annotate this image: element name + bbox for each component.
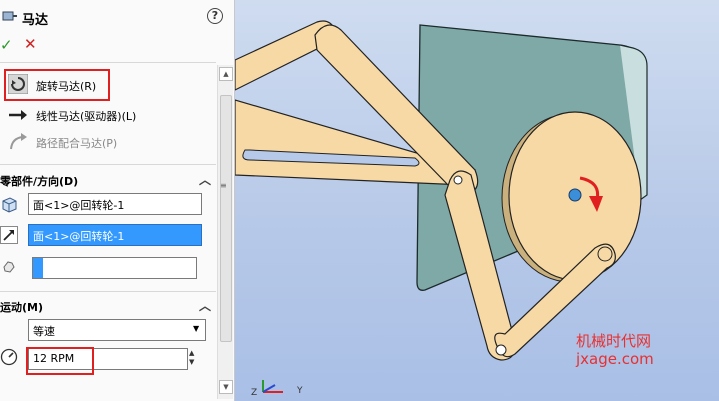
component-icon (3, 261, 15, 273)
path-motor-icon (10, 133, 27, 150)
section-title: 零部件/方向(D) (0, 175, 79, 188)
watermark-url: jxage.com (576, 350, 654, 368)
graphics-area[interactable]: Z Y 机械时代网 jxage.com (235, 0, 719, 401)
motion-type-select[interactable]: 等速 ▼ (28, 319, 206, 341)
linear-arrow-icon (9, 110, 27, 120)
panel-header: 马达 ? (0, 0, 234, 34)
rotary-motor-label: 旋转马达(R) (36, 80, 97, 93)
chevron-up-icon[interactable]: ︿ (199, 171, 211, 188)
panel-scrollbar[interactable]: ▲ ≡ ▼ (217, 65, 233, 399)
direction-field[interactable]: 面<1>@回转轮-1 (28, 193, 202, 215)
rotary-motor-icon (8, 74, 28, 94)
location-value: 面<1>@回转轮-1 (33, 230, 125, 243)
axis-y-label: Y (297, 386, 303, 396)
page-title: 马达 (22, 13, 49, 28)
component-selection-marker (33, 258, 43, 278)
speed-callout-box (26, 347, 94, 375)
scroll-up-icon[interactable]: ▲ (219, 67, 233, 81)
path-mate-motor-option[interactable]: 路径配合马达(P) (8, 130, 208, 154)
axis-triad (262, 380, 283, 393)
linear-motor-option[interactable]: 线性马达(驱动器)(L) (8, 103, 208, 127)
motion-type-value: 等速 (33, 325, 55, 338)
speed-spinner[interactable]: ▲ ▼ (189, 349, 201, 369)
motion-section[interactable]: 运动(M) ︿ (0, 297, 216, 315)
property-manager: 马达 ? ✓ ✕ 旋转马达(R) 线性马达(驱动器)(L) 路径配合马达(P) … (0, 0, 235, 401)
scroll-thumb[interactable] (220, 95, 232, 342)
direction-cube-icon (2, 197, 17, 213)
help-icon[interactable]: ? (207, 8, 223, 24)
divider (0, 164, 216, 165)
spin-up-icon[interactable]: ▲ (189, 349, 201, 358)
section-title: 运动(M) (0, 301, 44, 314)
watermark-text: 机械时代网 (576, 332, 652, 350)
speedometer-icon (0, 348, 18, 366)
rotary-motor-option[interactable]: 旋转马达(R) (4, 69, 110, 101)
path-motor-label: 路径配合马达(P) (36, 137, 118, 150)
motor-location-field[interactable]: 面<1>@回转轮-1 (28, 224, 202, 246)
dropdown-arrow-icon: ▼ (193, 324, 200, 333)
divider (0, 291, 216, 292)
motor-icon (2, 11, 17, 21)
chevron-up-icon[interactable]: ︿ (199, 297, 211, 314)
reverse-direction-icon[interactable] (0, 226, 18, 244)
cancel-button[interactable]: ✕ (24, 35, 37, 53)
linear-motor-label: 线性马达(驱动器)(L) (36, 110, 137, 123)
component-direction-section[interactable]: 零部件/方向(D) ︿ (0, 171, 216, 189)
component-field[interactable] (32, 257, 197, 279)
axis-z-label: Z (251, 388, 258, 398)
divider (0, 62, 216, 63)
direction-value: 面<1>@回转轮-1 (33, 199, 125, 212)
spin-down-icon[interactable]: ▼ (189, 358, 201, 367)
grip-icon: ≡ (220, 181, 227, 190)
ok-button[interactable]: ✓ (0, 36, 13, 54)
scroll-down-icon[interactable]: ▼ (219, 380, 233, 394)
